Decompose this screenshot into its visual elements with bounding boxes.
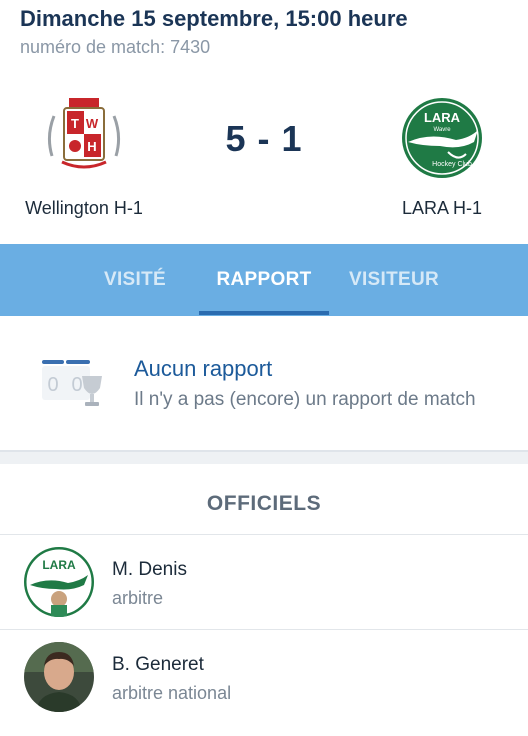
lara-club-avatar: LARA (24, 547, 94, 617)
section-divider (0, 450, 528, 464)
match-score: 5 - 1 (225, 118, 303, 159)
officials-heading: OFFICIELS (206, 492, 322, 515)
lara-logo-icon: LARA Wavre Hockey Club (402, 98, 482, 178)
wellington-logo-icon: T W H (47, 98, 121, 169)
away-team-name: LARA H-1 (401, 198, 483, 218)
svg-text:H: H (87, 139, 96, 154)
report-title: Aucun rapport (134, 356, 273, 381)
match-number: numéro de match: 7430 (20, 37, 211, 57)
tab-rapport[interactable]: RAPPORT (199, 244, 329, 316)
scoreboard-trophy-icon: 0 0 (42, 360, 102, 406)
away-team[interactable]: LARA Wavre Hockey Club LARA H-1 (362, 96, 522, 219)
tab-visite[interactable]: VISITÉ (70, 244, 200, 316)
official-name: B. Generet (112, 654, 204, 675)
home-team-name: Wellington H-1 (25, 198, 143, 218)
report-section: 0 0 Aucun rapport Il n'y a pas (encore) … (0, 316, 528, 450)
svg-text:Hockey Club: Hockey Club (432, 161, 472, 168)
match-header: Dimanche 15 septembre, 15:00 heure numér… (0, 0, 528, 244)
official-row[interactable]: B. Generet arbitre national (0, 629, 528, 725)
tab-bar: VISITÉ RAPPORT VISITEUR (0, 244, 528, 316)
active-tab-indicator (199, 311, 329, 315)
official-row[interactable]: LARA M. Denis arbitre (0, 534, 528, 630)
home-team[interactable]: T W H Wellington H-1 (4, 96, 164, 219)
svg-text:0: 0 (71, 374, 82, 396)
match-datetime: Dimanche 15 septembre, 15:00 heure (20, 6, 408, 31)
person-photo-avatar (24, 642, 94, 712)
svg-text:Wavre: Wavre (433, 127, 451, 133)
svg-text:LARA: LARA (42, 558, 76, 572)
official-role: arbitre national (112, 683, 232, 703)
official-name: M. Denis (112, 559, 187, 580)
svg-text:T: T (71, 116, 79, 131)
report-subtitle: Il n'y a pas (encore) un rapport de matc… (134, 389, 476, 410)
svg-text:W: W (86, 116, 99, 131)
official-role: arbitre (112, 588, 164, 608)
svg-text:LARA: LARA (424, 110, 461, 125)
tab-visiteur[interactable]: VISITEUR (330, 244, 458, 316)
svg-text:0: 0 (47, 374, 58, 396)
